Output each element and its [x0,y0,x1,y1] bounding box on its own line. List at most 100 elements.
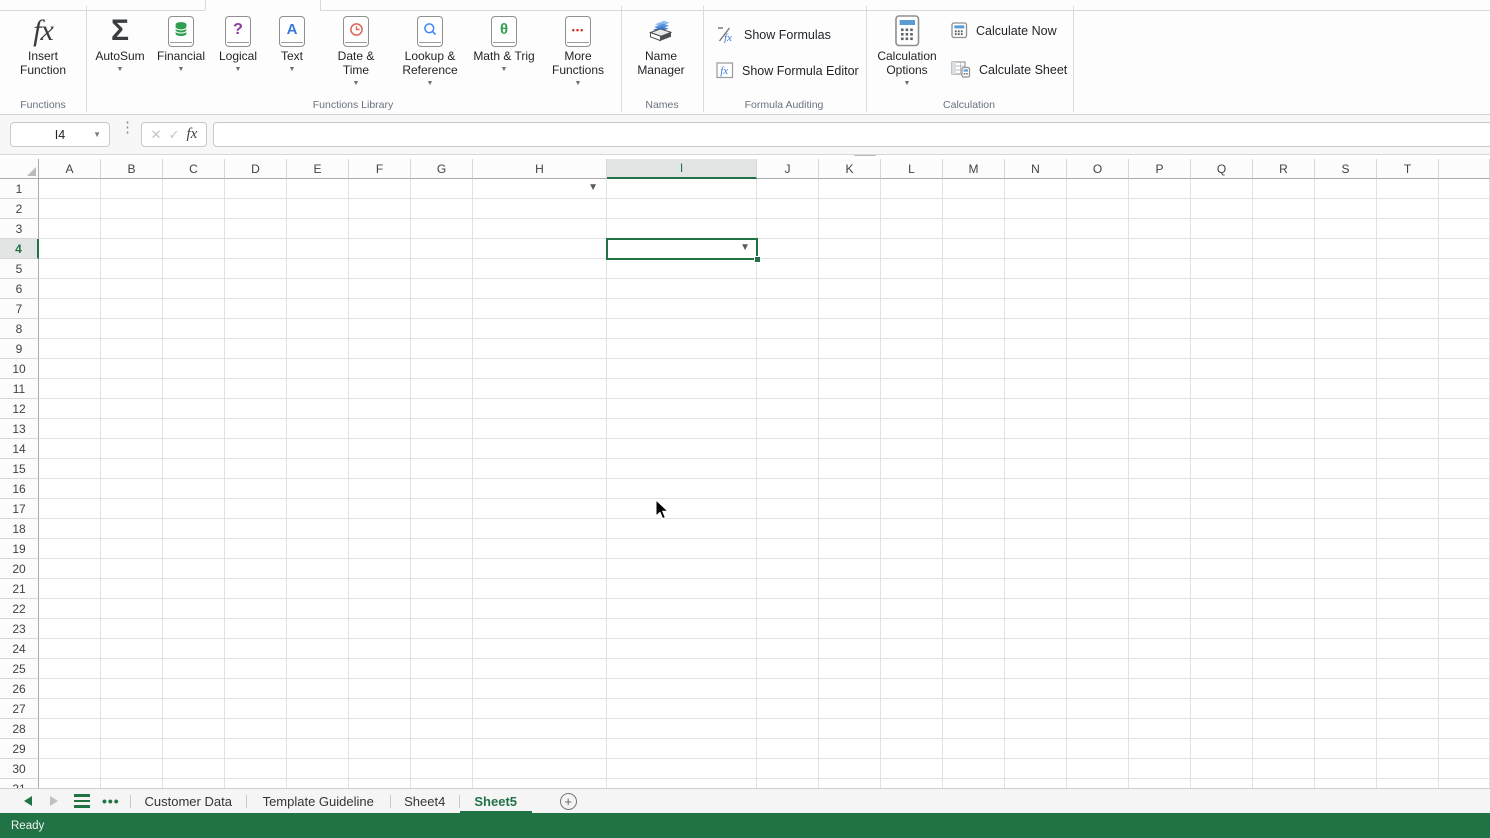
cell-N14[interactable] [1005,439,1067,459]
cell-O27[interactable] [1067,699,1129,719]
financial-dropdown-icon[interactable]: ▼ [178,64,185,76]
cell-R30[interactable] [1253,759,1315,779]
cell-D27[interactable] [225,699,287,719]
cell-G9[interactable] [411,339,473,359]
cell-F7[interactable] [349,299,411,319]
cell-K7[interactable] [819,299,881,319]
cell-K14[interactable] [819,439,881,459]
cell-D9[interactable] [225,339,287,359]
row-header-30[interactable]: 30 [0,759,39,779]
cell-F21[interactable] [349,579,411,599]
cell-L3[interactable] [881,219,943,239]
cell-P11[interactable] [1129,379,1191,399]
cell-M17[interactable] [943,499,1005,519]
cell-Q31[interactable] [1191,779,1253,788]
cell-L6[interactable] [881,279,943,299]
cell-B2[interactable] [101,199,163,219]
cell-R18[interactable] [1253,519,1315,539]
cell-T15[interactable] [1377,459,1439,479]
cell-R14[interactable] [1253,439,1315,459]
cell-F4[interactable] [349,239,411,259]
cell-A23[interactable] [39,619,101,639]
cell-E26[interactable] [287,679,349,699]
cell-Q3[interactable] [1191,219,1253,239]
cell-C21[interactable] [163,579,225,599]
financial-button[interactable]: Financial▼ [150,13,212,76]
cell-F2[interactable] [349,199,411,219]
cell-L10[interactable] [881,359,943,379]
cell-E13[interactable] [287,419,349,439]
cell-T17[interactable] [1377,499,1439,519]
date-time-dropdown-icon[interactable]: ▼ [353,78,360,90]
cell-F31[interactable] [349,779,411,788]
cell-L16[interactable] [881,479,943,499]
cell-B21[interactable] [101,579,163,599]
cell-O28[interactable] [1067,719,1129,739]
cell-C8[interactable] [163,319,225,339]
cell-P29[interactable] [1129,739,1191,759]
cell-Q11[interactable] [1191,379,1253,399]
cell-A16[interactable] [39,479,101,499]
cell-T11[interactable] [1377,379,1439,399]
cell-Q17[interactable] [1191,499,1253,519]
cell-partial-29[interactable] [1439,739,1490,759]
column-header-C[interactable]: C [163,159,225,179]
cell-L12[interactable] [881,399,943,419]
calculation-options-button[interactable]: CalculationOptions▼ [866,13,948,90]
cell-N5[interactable] [1005,259,1067,279]
cell-J1[interactable] [757,179,819,199]
splitter-handle[interactable] [853,155,877,156]
cell-O24[interactable] [1067,639,1129,659]
cell-I12[interactable] [607,399,757,419]
cell-M11[interactable] [943,379,1005,399]
cell-A19[interactable] [39,539,101,559]
cell-R9[interactable] [1253,339,1315,359]
cell-T19[interactable] [1377,539,1439,559]
cell-G3[interactable] [411,219,473,239]
add-sheet-button[interactable]: + [560,793,577,810]
cell-G2[interactable] [411,199,473,219]
cell-F18[interactable] [349,519,411,539]
cell-E5[interactable] [287,259,349,279]
cell-Q27[interactable] [1191,699,1253,719]
row-header-14[interactable]: 14 [0,439,39,459]
cell-D28[interactable] [225,719,287,739]
cell-O4[interactable] [1067,239,1129,259]
cell-N24[interactable] [1005,639,1067,659]
cell-partial-26[interactable] [1439,679,1490,699]
cell-partial-30[interactable] [1439,759,1490,779]
cell-K26[interactable] [819,679,881,699]
cell-J4[interactable] [757,239,819,259]
cell-L11[interactable] [881,379,943,399]
cell-F25[interactable] [349,659,411,679]
cell-A26[interactable] [39,679,101,699]
cell-I3[interactable] [607,219,757,239]
cell-B29[interactable] [101,739,163,759]
cell-G28[interactable] [411,719,473,739]
column-header-H[interactable]: H [473,159,607,179]
cell-H17[interactable] [473,499,607,519]
cell-B4[interactable] [101,239,163,259]
row-header-29[interactable]: 29 [0,739,39,759]
cell-E24[interactable] [287,639,349,659]
cell-L13[interactable] [881,419,943,439]
cell-partial-16[interactable] [1439,479,1490,499]
cell-A18[interactable] [39,519,101,539]
cell-partial-21[interactable] [1439,579,1490,599]
cell-F3[interactable] [349,219,411,239]
cell-B13[interactable] [101,419,163,439]
cell-partial-3[interactable] [1439,219,1490,239]
cell-B5[interactable] [101,259,163,279]
more-functions-dropdown-icon[interactable]: ▼ [575,78,582,90]
cell-M28[interactable] [943,719,1005,739]
cell-F9[interactable] [349,339,411,359]
logical-dropdown-icon[interactable]: ▼ [235,64,242,76]
cell-M20[interactable] [943,559,1005,579]
cell-K11[interactable] [819,379,881,399]
cell-H2[interactable] [473,199,607,219]
text-button[interactable]: AText▼ [269,13,315,76]
cell-F16[interactable] [349,479,411,499]
cell-K15[interactable] [819,459,881,479]
cell-D24[interactable] [225,639,287,659]
cell-partial-25[interactable] [1439,659,1490,679]
